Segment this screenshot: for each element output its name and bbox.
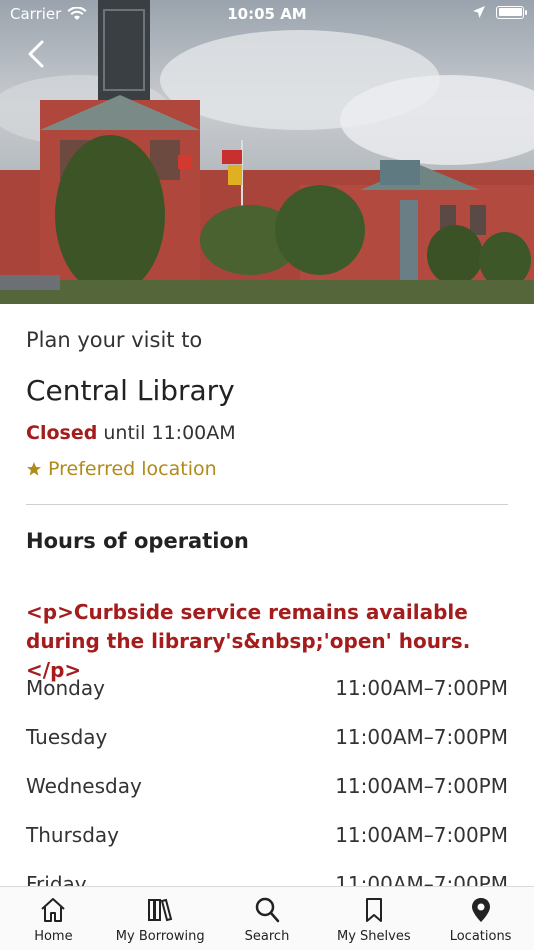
preferred-location-label: Preferred location [48,458,217,480]
tab-locations[interactable]: Locations [427,887,534,950]
hours-row: Tuesday 11:00AM–7:00PM [26,725,508,749]
status-bar: Carrier 10:05 AM [0,0,534,28]
library-name: Central Library [26,374,235,407]
hours-day: Thursday [26,823,119,847]
hours-row: Wednesday 11:00AM–7:00PM [26,774,508,798]
home-icon [41,898,66,922]
tab-home-label: Home [34,929,73,944]
battery-icon [496,5,527,19]
hours-title: Hours of operation [26,529,249,553]
hours-row: Thursday 11:00AM–7:00PM [26,823,508,847]
star-icon [27,462,41,476]
status-detail: until 11:00AM [103,422,236,444]
hours-row: Monday 11:00AM–7:00PM [26,676,508,700]
search-icon [255,897,280,923]
tab-search-label: Search [244,929,290,944]
hours-day: Tuesday [26,725,108,749]
tab-my-shelves-label: My Shelves [336,929,411,944]
hours-day: Wednesday [26,774,142,798]
tab-my-borrowing[interactable]: My Borrowing [107,887,214,950]
hours-time: 11:00AM–7:00PM [335,676,508,700]
hours-time: 11:00AM–7:00PM [335,725,508,749]
tab-my-borrowing-label: My Borrowing [115,929,205,944]
library-photo [0,0,534,304]
chevron-left-icon [28,40,44,68]
tab-home[interactable]: Home [0,887,107,950]
library-building-illustration [0,0,534,304]
status-time: 10:05 AM [227,5,307,23]
hours-time: 11:00AM–7:00PM [335,823,508,847]
status-closed-label: Closed [26,422,98,444]
open-status: Closed until 11:00AM [26,422,236,444]
hours-day: Monday [26,676,105,700]
location-arrow-icon [473,6,485,18]
location-pin-icon [471,898,490,922]
books-icon [148,898,173,922]
back-button[interactable] [18,36,54,72]
preferred-location-link[interactable]: Preferred location [26,458,217,480]
hours-time: 11:00AM–7:00PM [335,774,508,798]
tab-my-shelves[interactable]: My Shelves [320,887,427,950]
tab-search[interactable]: Search [214,887,321,950]
tab-locations-label: Locations [449,929,512,944]
bookmark-icon [365,898,382,922]
status-right [472,5,527,19]
plan-visit-label: Plan your visit to [26,328,203,352]
curbside-notice: <p>Curbside service remains available du… [26,600,471,682]
tab-bar: Home My Borrowing Search My Shelves Loca… [0,886,534,950]
divider [26,504,508,505]
